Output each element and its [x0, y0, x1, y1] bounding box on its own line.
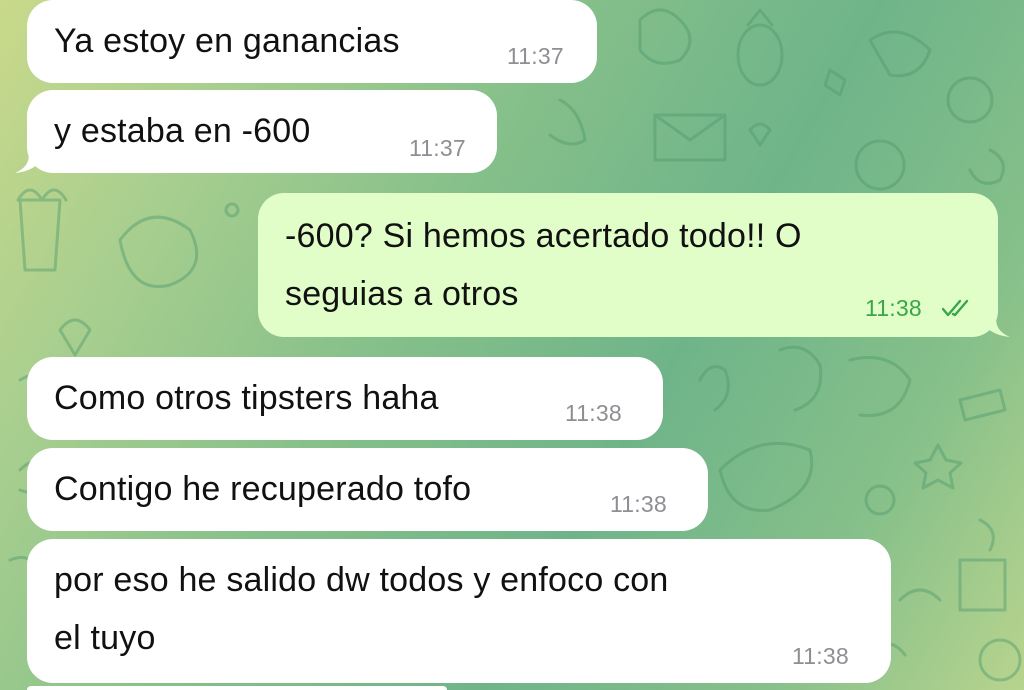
- read-double-check-icon: [941, 299, 969, 317]
- message-time: 11:38: [565, 400, 622, 426]
- message-text: Ya estoy en ganancias: [54, 22, 400, 60]
- message-text-line: por eso he salido dw todos y enfoco con: [54, 561, 669, 599]
- outgoing-message-bubble[interactable]: -600? Si hemos acertado todo!! O seguias…: [258, 193, 1010, 337]
- bubble-tail: [15, 151, 45, 173]
- message-text: Contigo he recuperado tofo: [54, 470, 472, 508]
- message-text: Como otros tipsters haha: [54, 379, 439, 417]
- bubble-tail: [980, 315, 1010, 337]
- incoming-message-bubble-partial[interactable]: [27, 686, 447, 690]
- message-time: 11:38: [865, 295, 922, 321]
- incoming-message-bubble[interactable]: Contigo he recuperado tofo 11:38: [27, 448, 708, 531]
- incoming-message-bubble[interactable]: Como otros tipsters haha 11:38: [27, 357, 663, 440]
- message-text-line: seguias a otros: [285, 275, 519, 313]
- incoming-message-bubble[interactable]: por eso he salido dw todos y enfoco con …: [27, 539, 891, 683]
- message-text-line: el tuyo: [54, 619, 156, 657]
- message-text-line: -600? Si hemos acertado todo!! O: [285, 217, 802, 255]
- message-time: 11:37: [507, 43, 564, 69]
- message-time: 11:38: [792, 643, 849, 669]
- incoming-message-bubble[interactable]: y estaba en -600 11:37: [15, 90, 497, 173]
- message-time: 11:37: [409, 135, 466, 161]
- incoming-message-bubble[interactable]: Ya estoy en ganancias 11:37: [27, 0, 597, 83]
- message-time: 11:38: [610, 491, 667, 517]
- message-text: y estaba en -600: [54, 112, 311, 150]
